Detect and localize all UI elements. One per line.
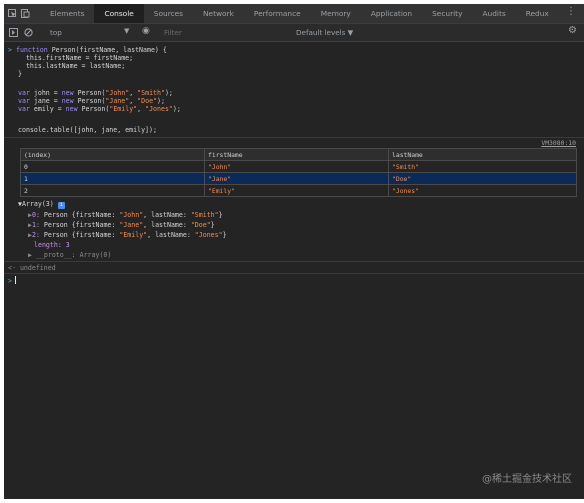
code-line: var emily = new Person("Emily", "Jones")… <box>18 105 181 113</box>
filter-input[interactable]: Filter <box>164 28 182 37</box>
array-item[interactable]: ▶2: Person {firstName: "Emily", lastName… <box>28 231 227 239</box>
tab-audits[interactable]: Audits <box>472 4 515 23</box>
context-selector[interactable]: top <box>50 28 62 37</box>
column-header-firstname[interactable]: firstName <box>204 148 389 161</box>
tab-redux[interactable]: Redux <box>516 4 559 23</box>
divider <box>4 137 584 138</box>
table-cell-index: 1 <box>20 172 205 185</box>
divider <box>4 273 584 274</box>
array-header[interactable]: ▼Array(3) i <box>18 200 65 209</box>
result-line: <· undefined <box>8 264 56 272</box>
text-cursor <box>14 276 16 284</box>
devtools-window: Elements Console Sources Network Perform… <box>4 4 584 499</box>
table-cell-firstname: "John" <box>204 160 389 173</box>
sidebar-toggle-icon[interactable] <box>9 28 18 37</box>
array-proto[interactable]: ▶ __proto__: Array(0) <box>28 251 111 259</box>
table-row[interactable]: 2 "Emily" "Jones" <box>20 184 577 197</box>
array-item[interactable]: ▶0: Person {firstName: "John", lastName:… <box>28 211 223 219</box>
chevron-down-icon[interactable]: ▼ <box>124 27 129 35</box>
tab-console[interactable]: Console <box>94 4 144 23</box>
log-levels-dropdown[interactable]: Default levels ▼ <box>296 28 353 37</box>
tab-memory[interactable]: Memory <box>311 4 361 23</box>
code-line: this.firstName = firstName; <box>18 54 134 62</box>
inspect-element-icon[interactable] <box>8 9 17 18</box>
table-cell-firstname: "Jane" <box>204 172 389 185</box>
code-line: var john = new Person("John", "Smith"); <box>18 89 173 97</box>
eye-icon[interactable]: ◉ <box>142 26 150 36</box>
table-cell-index: 0 <box>20 160 205 173</box>
watermark: @稀土掘金技术社区 <box>482 474 572 485</box>
table-cell-index: 2 <box>20 184 205 197</box>
code-line: } <box>18 70 22 78</box>
code-line: var jane = new Person("Jane", "Doe"); <box>18 97 165 105</box>
table-cell-firstname: "Emily" <box>204 184 389 197</box>
code-line: console.table([john, jane, emily]); <box>18 126 157 134</box>
console-table: (index) firstName lastName 0 "John" "Smi… <box>20 148 577 197</box>
table-cell-lastname: "Smith" <box>388 160 577 173</box>
more-options-icon[interactable]: ⋮ <box>566 7 576 17</box>
column-header-lastname[interactable]: lastName <box>388 148 577 161</box>
table-row[interactable]: 0 "John" "Smith" <box>20 160 577 173</box>
console-input[interactable]: > <box>8 276 16 285</box>
table-cell-lastname: "Jones" <box>388 184 577 197</box>
divider <box>4 261 584 262</box>
source-link[interactable]: VM3080:10 <box>541 139 576 147</box>
tab-network[interactable]: Network <box>193 4 244 23</box>
tab-elements[interactable]: Elements <box>40 4 94 23</box>
clear-console-icon[interactable] <box>24 28 33 37</box>
table-cell-lastname: "Doe" <box>388 172 577 185</box>
code-line: this.lastName = lastName; <box>18 62 126 70</box>
code-line: > function Person(firstName, lastName) { <box>8 46 167 54</box>
devtools-tab-bar: Elements Console Sources Network Perform… <box>4 4 584 24</box>
console-toolbar: top ▼ ◉ Filter Default levels ▼ ⚙ <box>4 24 584 42</box>
info-icon[interactable]: i <box>57 202 65 209</box>
tab-sources[interactable]: Sources <box>144 4 193 23</box>
device-toolbar-icon[interactable] <box>21 9 30 18</box>
gear-icon[interactable]: ⚙ <box>568 25 577 36</box>
column-header-index[interactable]: (index) <box>20 148 205 161</box>
tab-application[interactable]: Application <box>361 4 422 23</box>
array-length: length: 3 <box>34 241 70 249</box>
table-row-selected[interactable]: 1 "Jane" "Doe" <box>20 172 577 185</box>
array-item[interactable]: ▶1: Person {firstName: "Jane", lastName:… <box>28 221 215 229</box>
tab-performance[interactable]: Performance <box>244 4 311 23</box>
tab-security[interactable]: Security <box>422 4 472 23</box>
table-header-row: (index) firstName lastName <box>20 148 577 161</box>
